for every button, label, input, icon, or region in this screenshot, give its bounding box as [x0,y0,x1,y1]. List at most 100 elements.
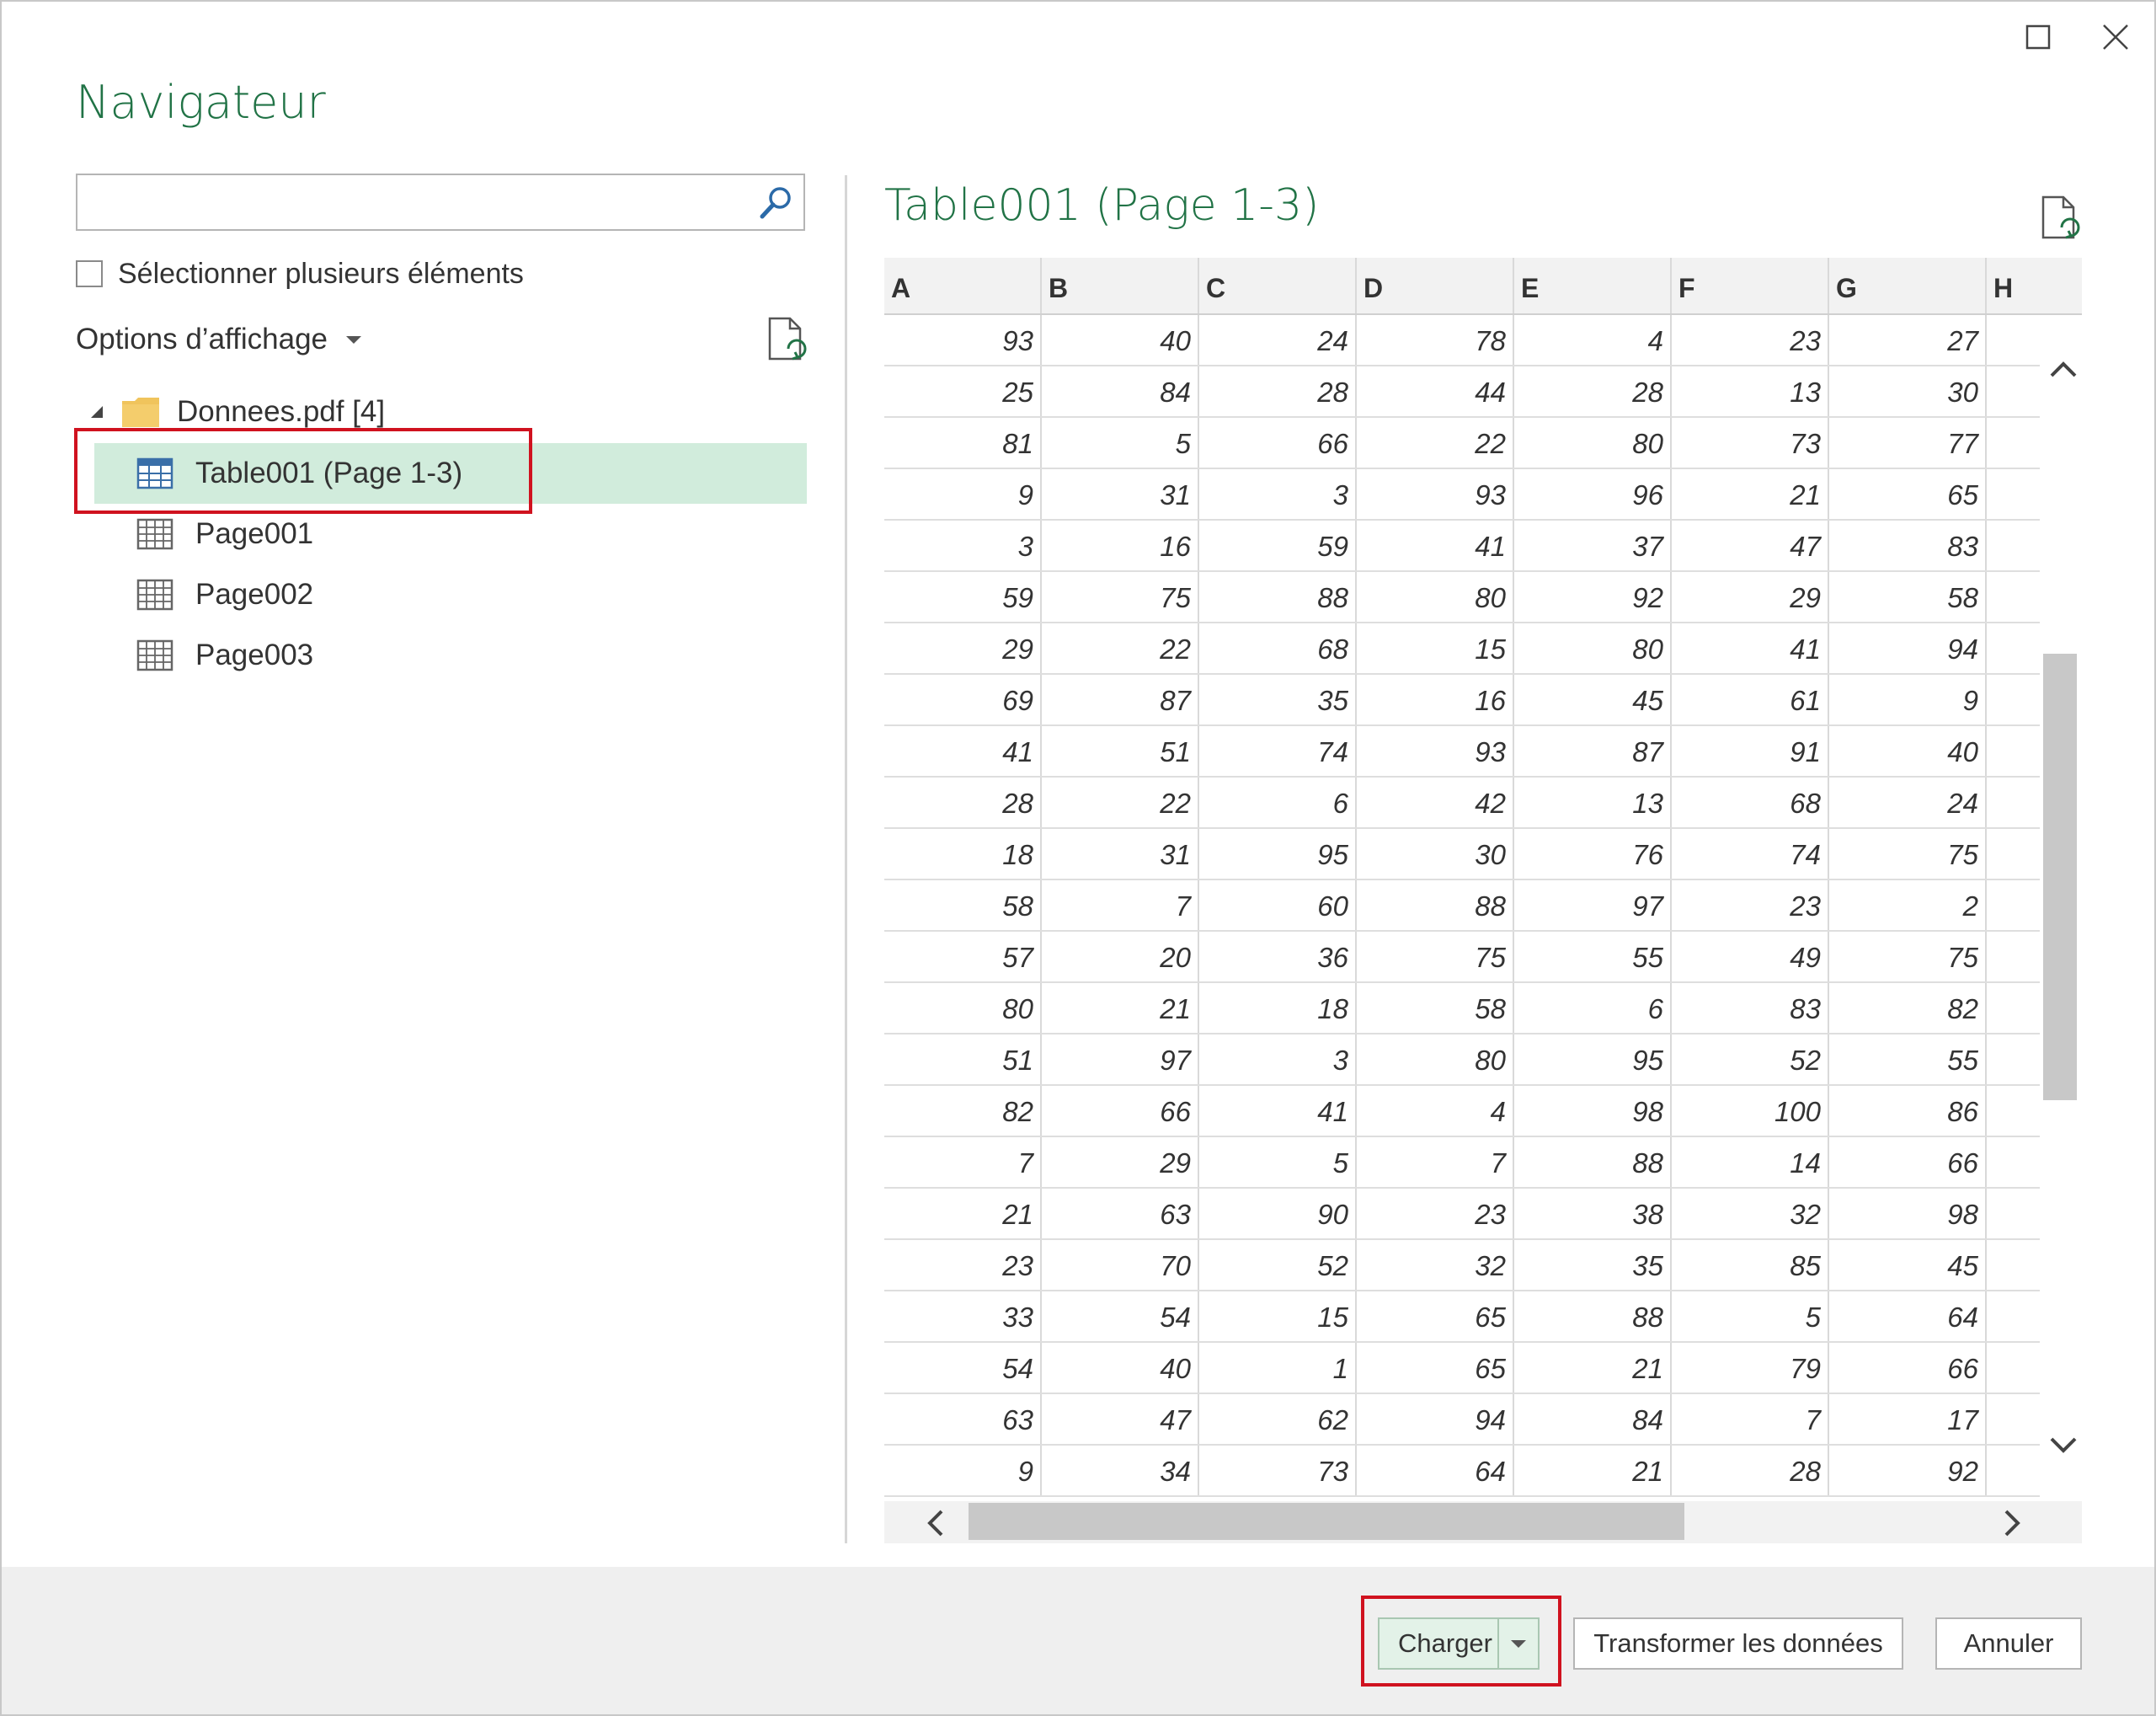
cancel-button[interactable]: Annuler [1935,1617,2082,1670]
search-icon[interactable] [755,182,797,224]
table-cell: 68 [1199,623,1357,673]
table-cell: 24 [1199,315,1357,365]
table-cell: 93 [884,315,1042,365]
transform-data-button[interactable]: Transformer les données [1573,1617,1903,1670]
column-header[interactable]: E [1514,258,1672,313]
table-cell: 88 [1199,572,1357,622]
pane-divider[interactable] [845,175,847,1543]
search-input[interactable] [76,174,805,231]
tree-root-label: Donnees.pdf [4] [177,395,386,428]
table-cell: 76 [1514,829,1672,879]
scroll-up-icon[interactable] [2047,352,2080,386]
column-header[interactable]: C [1199,258,1357,313]
table-cell: 41 [1199,1086,1357,1136]
table-cell: 68 [1672,778,1829,827]
table-cell: 7 [1357,1137,1514,1187]
table-cell: 61 [1672,675,1829,724]
column-header[interactable]: D [1357,258,1514,313]
expand-triangle-icon[interactable] [89,403,108,421]
select-multiple-checkbox[interactable] [76,260,103,287]
column-header[interactable]: H [1987,258,2082,313]
table-cell: 64 [1829,1291,1987,1341]
table-cell: 13 [1514,778,1672,827]
table-row: 33 54 15 65 88 5 64 [884,1291,2040,1343]
table-cell: 62 [1199,1394,1357,1444]
table-row: 54 40 1 65 21 79 66 [884,1343,2040,1394]
table-cell: 15 [1357,623,1514,673]
table-cell: 7 [1672,1394,1829,1444]
table-row: 69 87 35 16 45 61 9 [884,675,2040,726]
table-cell: 60 [1199,880,1357,930]
table-cell: 23 [1672,880,1829,930]
column-header[interactable]: A [884,258,1042,313]
table-cell: 38 [1514,1189,1672,1238]
table-cell: 82 [1829,983,1987,1033]
table-cell: 29 [884,623,1042,673]
table-cell: 51 [884,1034,1042,1084]
horizontal-scroll-thumb[interactable] [969,1503,1684,1540]
select-multiple-option[interactable]: Sélectionner plusieurs éléments [76,254,524,293]
table-cell: 32 [1672,1189,1829,1238]
scroll-right-icon[interactable] [1994,1506,2028,1540]
close-button[interactable] [2094,15,2137,59]
table-cell: 55 [1829,1034,1987,1084]
table-cell: 25 [884,366,1042,416]
table-cell: 70 [1042,1240,1199,1290]
tree-item-page003[interactable]: Page003 [94,625,807,686]
table-cell: 97 [1514,880,1672,930]
table-cell: 41 [884,726,1042,776]
scroll-down-icon[interactable] [2047,1429,2080,1462]
table-cell: 57 [884,932,1042,981]
table-cell: 66 [1199,418,1357,468]
table-cell: 40 [1042,315,1199,365]
table-cell: 83 [1672,983,1829,1033]
table-row: 3 16 59 41 37 47 83 [884,521,2040,572]
highlight-box-load [1361,1596,1561,1687]
refresh-document-icon[interactable] [765,315,808,362]
column-header[interactable]: G [1829,258,1987,313]
table-cell: 33 [884,1291,1042,1341]
table-cell: 75 [1829,932,1987,981]
table-cell: 63 [884,1394,1042,1444]
table-cell: 29 [1672,572,1829,622]
table-cell: 45 [1829,1240,1987,1290]
table-cell: 30 [1829,366,1987,416]
column-header[interactable]: F [1672,258,1829,313]
table-cell: 65 [1357,1291,1514,1341]
display-options-dropdown[interactable]: Options d’affichage [76,318,362,361]
column-header[interactable]: B [1042,258,1199,313]
table-cell: 22 [1042,778,1199,827]
table-cell: 3 [884,521,1042,570]
table-cell: 21 [1672,469,1829,519]
vertical-scroll-thumb[interactable] [2043,654,2077,1100]
refresh-document-icon[interactable] [2038,194,2082,241]
maximize-button[interactable] [2016,15,2060,59]
table-row: 41 51 74 93 87 91 40 [884,726,2040,778]
table-cell: 22 [1042,623,1199,673]
tree-item-page002[interactable]: Page002 [94,564,807,625]
table-cell: 75 [1042,572,1199,622]
table-cell: 98 [1514,1086,1672,1136]
table-cell: 18 [1199,983,1357,1033]
table-cell: 6 [1199,778,1357,827]
table-cell: 81 [884,418,1042,468]
table-row: 9 31 3 93 96 21 65 [884,469,2040,521]
table-row: 51 97 3 80 95 52 55 [884,1034,2040,1086]
table-cell: 5 [1672,1291,1829,1341]
table-cell: 20 [1042,932,1199,981]
table-cell: 41 [1672,623,1829,673]
table-cell: 80 [1357,572,1514,622]
table-cell: 97 [1042,1034,1199,1084]
table-cell: 63 [1042,1189,1199,1238]
scroll-left-icon[interactable] [920,1506,953,1540]
close-icon [2103,24,2128,50]
table-cell: 66 [1829,1137,1987,1187]
table-cell: 13 [1672,366,1829,416]
table-cell: 21 [1042,983,1199,1033]
table-cell: 100 [1672,1086,1829,1136]
table-cell: 85 [1672,1240,1829,1290]
table-cell: 66 [1829,1343,1987,1393]
table-cell: 21 [1514,1343,1672,1393]
table-cell: 21 [1514,1446,1672,1495]
table-cell: 65 [1829,469,1987,519]
